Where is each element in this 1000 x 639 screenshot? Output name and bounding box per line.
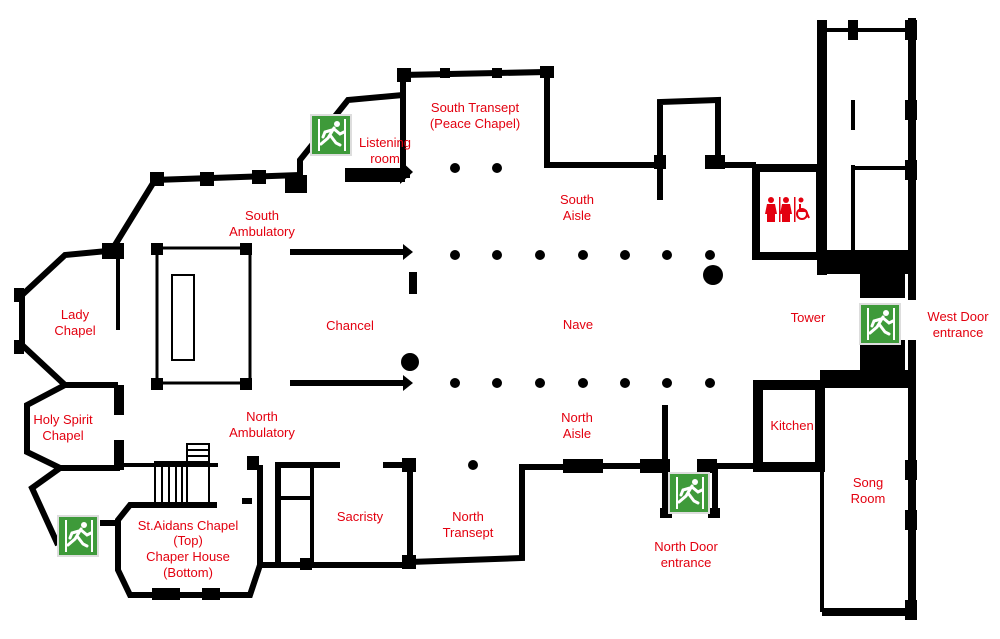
- exit-sign-north-door-icon: [666, 470, 712, 516]
- label-kitchen: Kitchen: [770, 418, 813, 433]
- exit-sign-west-door-icon: [857, 301, 903, 347]
- floor-plan: South Transept (Peace Chapel) Listening ro…: [14, 18, 989, 620]
- label-lady-chapel: Lady Chapel: [54, 307, 95, 338]
- exit-sign-listening-room-icon: [308, 112, 354, 158]
- label-north-door: North Door entrance: [654, 539, 718, 570]
- toilets-accessible-icon: [765, 197, 810, 222]
- label-sacristy: Sacristy: [337, 509, 384, 524]
- label-tower: Tower: [791, 310, 826, 325]
- label-holy-spirit-chapel: Holy Spirit Chapel: [33, 412, 93, 443]
- label-nave: Nave: [563, 317, 593, 332]
- label-chancel: Chancel: [326, 318, 374, 333]
- label-south-aisle: South Aisle: [560, 192, 594, 223]
- label-west-door: West Door entrance: [927, 309, 989, 340]
- label-north-aisle: North Aisle: [561, 410, 593, 441]
- exit-sign-st-aidans-icon: [55, 513, 101, 559]
- label-north-ambulatory: North Ambulatory: [229, 409, 295, 440]
- label-north-transept: North Transept: [443, 509, 494, 540]
- label-st-aidans: St.Aidans Chapel (Top) Chaper House (Bottom…: [138, 518, 239, 580]
- label-south-transept: South Transept (Peace Chapel): [430, 100, 520, 131]
- label-south-ambulatory: South Ambulatory: [229, 208, 295, 239]
- label-song-room: Song Room: [851, 475, 886, 506]
